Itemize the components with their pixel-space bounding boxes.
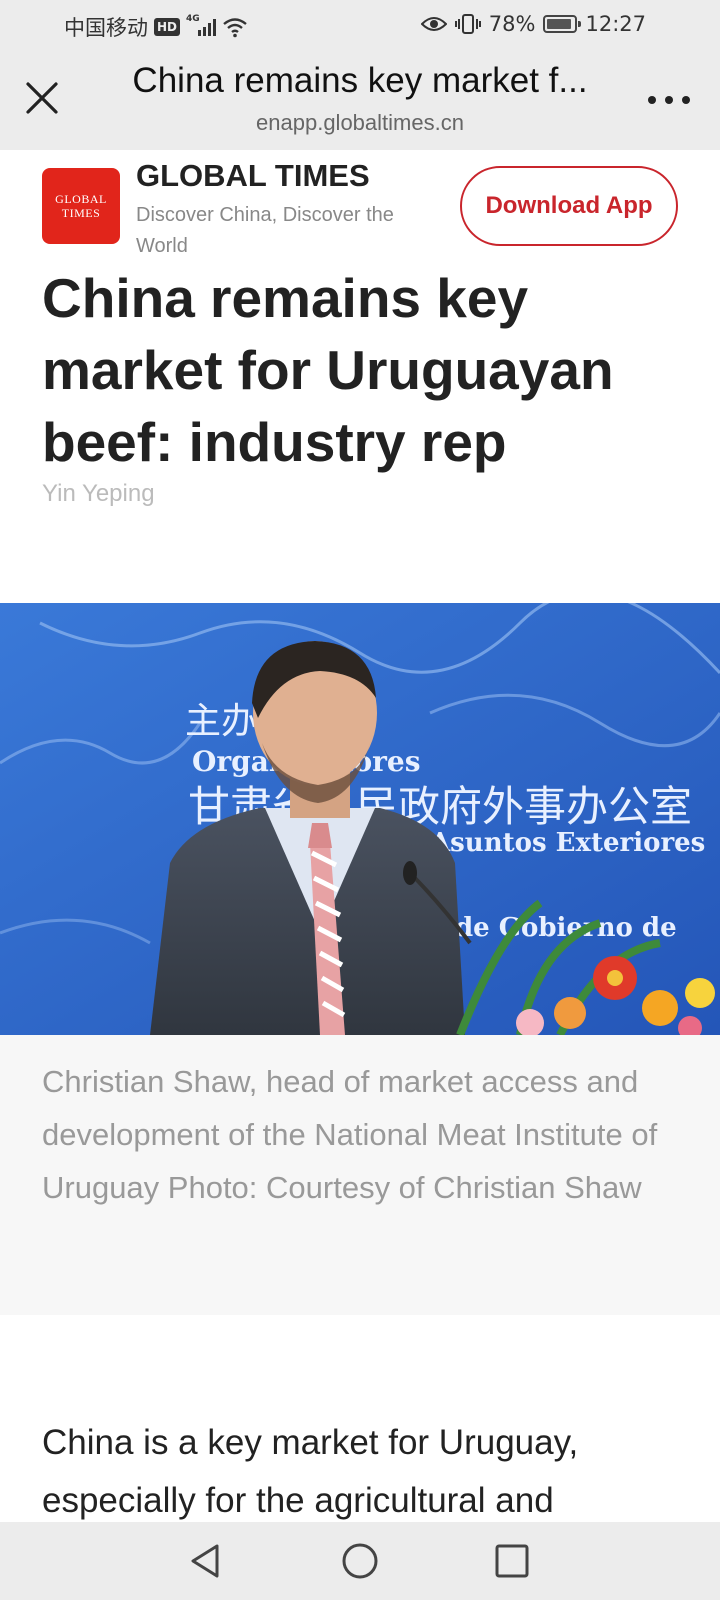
carrier-name: 中国移动 — [64, 16, 148, 40]
close-button[interactable] — [18, 74, 66, 122]
battery-percent: 78% — [488, 12, 536, 36]
nav-recent-button[interactable] — [489, 1538, 535, 1584]
status-left: 中国移动 HD 4G — [64, 12, 248, 42]
backdrop-text: Asuntos Exteriores — [429, 828, 705, 858]
recent-square-icon — [495, 1544, 529, 1578]
more-icon — [648, 96, 656, 104]
wifi-icon — [223, 18, 247, 38]
vibrate-icon — [454, 14, 481, 34]
article-photo: 主办单位: Organizadores 甘肃省人民政府外事办公室 Asuntos… — [0, 603, 720, 1035]
more-button[interactable] — [644, 88, 694, 112]
nav-back-button[interactable] — [183, 1538, 229, 1584]
battery-icon — [543, 15, 582, 33]
brand-name: GLOBAL TIMES — [136, 158, 370, 193]
photo-caption-box: Christian Shaw, head of market access an… — [0, 1035, 720, 1315]
signal-icon: 4G — [186, 14, 217, 36]
photo-illustration: 主办单位: Organizadores 甘肃省人民政府外事办公室 Asuntos… — [0, 603, 720, 1035]
page-url: enapp.globaltimes.cn — [256, 110, 464, 135]
article-body: China is a key market for Uruguay, espec… — [42, 1423, 579, 1520]
article-headline: China remains key market for Uruguayan b… — [42, 267, 614, 473]
clock: 12:27 — [585, 12, 646, 36]
article-author: Yin Yeping — [42, 480, 155, 507]
app-banner: GLOBAL TIMES GLOBAL TIMES Discover China… — [0, 150, 720, 260]
brand-tagline: Discover China, Discover the World — [136, 204, 394, 257]
system-nav-bar — [0, 1522, 720, 1600]
status-bar: 中国移动 HD 4G 78% 12:27 — [0, 0, 720, 50]
hd-badge: HD — [154, 18, 181, 36]
status-right: 78% 12:27 — [420, 12, 646, 36]
nav-home-button[interactable] — [337, 1538, 383, 1584]
browser-header: China remains key market f... enapp.glob… — [0, 50, 720, 150]
eye-icon — [420, 17, 447, 31]
home-circle-icon — [342, 1543, 378, 1579]
global-times-logo: GLOBAL TIMES — [42, 168, 120, 244]
back-triangle-icon — [191, 1544, 219, 1578]
photo-caption: Christian Shaw, head of market access an… — [42, 1064, 658, 1205]
page-title: China remains key market f... — [132, 61, 588, 100]
close-icon — [26, 82, 58, 114]
download-app-button[interactable]: Download App — [460, 166, 678, 246]
network-type: 4G — [186, 14, 200, 24]
